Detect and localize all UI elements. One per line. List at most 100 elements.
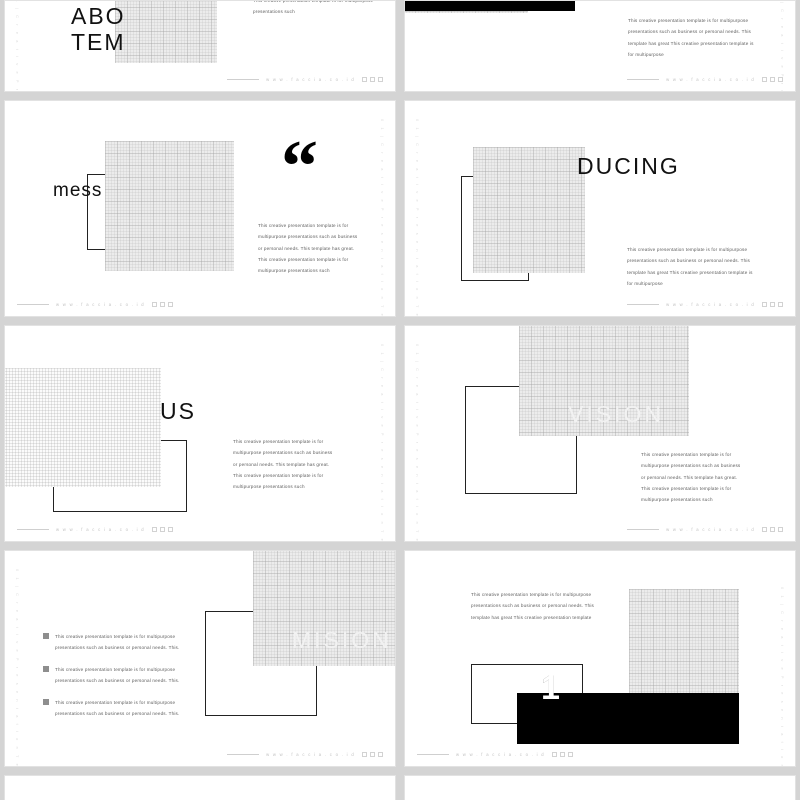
vertical-side-label: 0 1 | C r e a t i v e P r e s e n t a t … — [780, 587, 785, 767]
slide-message[interactable]: mess “ This creative presentation templa… — [4, 100, 396, 317]
vertical-side-label: 0 1 | C r e a t i v e P r e s e n t a t … — [15, 1, 20, 91]
footer-rule — [627, 529, 660, 530]
slide-footer: w w w . f a c c i a . c o . i d — [627, 527, 783, 532]
slide-introducing[interactable]: DUCING This creative presentation templa… — [404, 100, 796, 317]
footer-social-icons[interactable] — [762, 77, 783, 82]
podium-number-overlay: 1 — [541, 669, 560, 707]
slide-body-text: This creative presentation template is f… — [628, 18, 754, 57]
quote-mark-icon: “ — [281, 126, 318, 208]
instagram-icon[interactable] — [378, 77, 383, 82]
slide-title-line-1: ABO — [71, 3, 126, 29]
bullet-square-icon — [43, 666, 49, 673]
twitter-icon[interactable] — [770, 77, 775, 82]
twitter-icon[interactable] — [770, 527, 775, 532]
slide-next-right-partial[interactable] — [404, 775, 796, 800]
slide-footer: w w w . f a c c i a . c o . i d — [17, 527, 173, 532]
vertical-side-label: 0 1 | C r e a t i v e P r e s e n t a t … — [380, 344, 385, 542]
twitter-icon[interactable] — [159, 302, 165, 307]
instagram-icon[interactable] — [778, 527, 783, 532]
list-item: This creative presentation template is f… — [43, 631, 183, 653]
slide-thumbnail-grid: ABO TEM This creative presentation templ… — [0, 0, 800, 800]
vertical-side-label: 0 1 | C r e a t i v e P r e s e n t a t … — [415, 119, 420, 317]
facebook-icon[interactable] — [151, 527, 157, 532]
slide-body-text: This creative presentation template is f… — [627, 247, 753, 286]
list-item: This creative presentation template is f… — [43, 664, 183, 686]
footer-social-icons[interactable] — [762, 527, 783, 532]
slide-podium-one[interactable]: This creative presentation template is f… — [404, 550, 796, 767]
slide-body-text: This creative presentation template is f… — [258, 223, 358, 273]
slide-title-line-2: TEM — [71, 29, 126, 55]
footer-url[interactable]: w w w . f a c c i a . c o . i d — [456, 752, 545, 757]
twitter-icon[interactable] — [159, 527, 165, 532]
footer-url[interactable]: w w w . f a c c i a . c o . i d — [56, 527, 145, 532]
slide-body-text: This creative presentation template is f… — [471, 592, 595, 620]
slide-footer: w w w . f a c c i a . c o . i d — [17, 302, 173, 307]
slide-next-left-partial[interactable] — [4, 775, 396, 800]
instagram-icon[interactable] — [167, 302, 173, 307]
slide-black-banner[interactable]: This creative presentation template is f… — [404, 0, 796, 92]
instagram-icon[interactable] — [167, 527, 173, 532]
footer-social-icons[interactable] — [151, 527, 173, 532]
facebook-icon[interactable] — [762, 77, 767, 82]
facebook-icon[interactable] — [362, 77, 367, 82]
slide-title: VISION — [568, 401, 664, 427]
instagram-icon[interactable] — [378, 752, 383, 757]
grid-paper-image — [473, 147, 585, 273]
bullet-label: This creative presentation template is f… — [55, 634, 180, 651]
footer-url[interactable]: w w w . f a c c i a . c o . i d — [266, 752, 355, 757]
slide-mision[interactable]: MISION This creative presentation templa… — [4, 550, 396, 767]
instagram-icon[interactable] — [567, 752, 573, 757]
footer-rule — [17, 304, 49, 305]
facebook-icon[interactable] — [362, 752, 367, 757]
instagram-icon[interactable] — [778, 77, 783, 82]
facebook-icon[interactable] — [551, 752, 557, 757]
vertical-side-label: 0 1 | C r e a t i v e P r e s e n t a t … — [15, 569, 20, 767]
instagram-icon[interactable] — [778, 302, 783, 307]
footer-social-icons[interactable] — [362, 77, 383, 82]
slide-title: US — [160, 398, 196, 424]
twitter-icon[interactable] — [559, 752, 565, 757]
footer-rule — [417, 754, 449, 755]
footer-social-icons[interactable] — [762, 302, 783, 307]
footer-url[interactable]: w w w . f a c c i a . c o . i d — [666, 77, 755, 82]
footer-url[interactable]: w w w . f a c c i a . c o . i d — [266, 77, 355, 82]
slide-title: MISION — [292, 627, 392, 653]
footer-social-icons[interactable] — [362, 752, 383, 757]
grid-paper-image — [105, 141, 234, 271]
footer-rule — [627, 304, 660, 305]
footer-url[interactable]: w w w . f a c c i a . c o . i d — [666, 527, 755, 532]
bullet-label: This creative presentation template is f… — [55, 700, 180, 717]
facebook-icon[interactable] — [762, 527, 767, 532]
bullet-label: This creative presentation template is f… — [55, 667, 180, 684]
slide-body-text: This creative presentation template is f… — [253, 0, 374, 15]
footer-rule — [227, 754, 260, 755]
slide-about-us[interactable]: US This creative presentation template i… — [4, 325, 396, 542]
list-item: This creative presentation template is f… — [43, 697, 183, 719]
footer-url[interactable]: w w w . f a c c i a . c o . i d — [666, 302, 755, 307]
slide-footer: w w w . f a c c i a . c o . i d — [227, 77, 383, 82]
bullet-list: This creative presentation template is f… — [43, 631, 183, 730]
slide-body-text: This creative presentation template is f… — [641, 452, 741, 502]
vertical-side-label: 0 1 | C r e a t i v e P r e s e n t a t … — [380, 119, 385, 317]
footer-rule — [227, 79, 260, 80]
footer-rule — [17, 529, 49, 530]
black-banner-shape — [405, 1, 575, 11]
slide-body-text: This creative presentation template is f… — [233, 439, 333, 489]
twitter-icon[interactable] — [370, 77, 375, 82]
grid-paper-image — [5, 368, 161, 487]
slide-footer: w w w . f a c c i a . c o . i d — [627, 302, 783, 307]
footer-url[interactable]: w w w . f a c c i a . c o . i d — [56, 302, 145, 307]
slide-footer: w w w . f a c c i a . c o . i d — [227, 752, 383, 757]
slide-title: DUCING — [577, 153, 680, 179]
facebook-icon[interactable] — [151, 302, 157, 307]
slide-title: mess — [53, 180, 103, 201]
slide-about-template[interactable]: ABO TEM This creative presentation templ… — [4, 0, 396, 92]
grid-paper-image — [115, 1, 217, 63]
slide-vision[interactable]: VISION This creative presentation templa… — [404, 325, 796, 542]
footer-social-icons[interactable] — [151, 302, 173, 307]
twitter-icon[interactable] — [370, 752, 375, 757]
facebook-icon[interactable] — [762, 302, 767, 307]
twitter-icon[interactable] — [770, 302, 775, 307]
footer-social-icons[interactable] — [551, 752, 573, 757]
vertical-side-label: 0 1 | C r e a t i v e P r e s e n t a t … — [415, 344, 420, 542]
